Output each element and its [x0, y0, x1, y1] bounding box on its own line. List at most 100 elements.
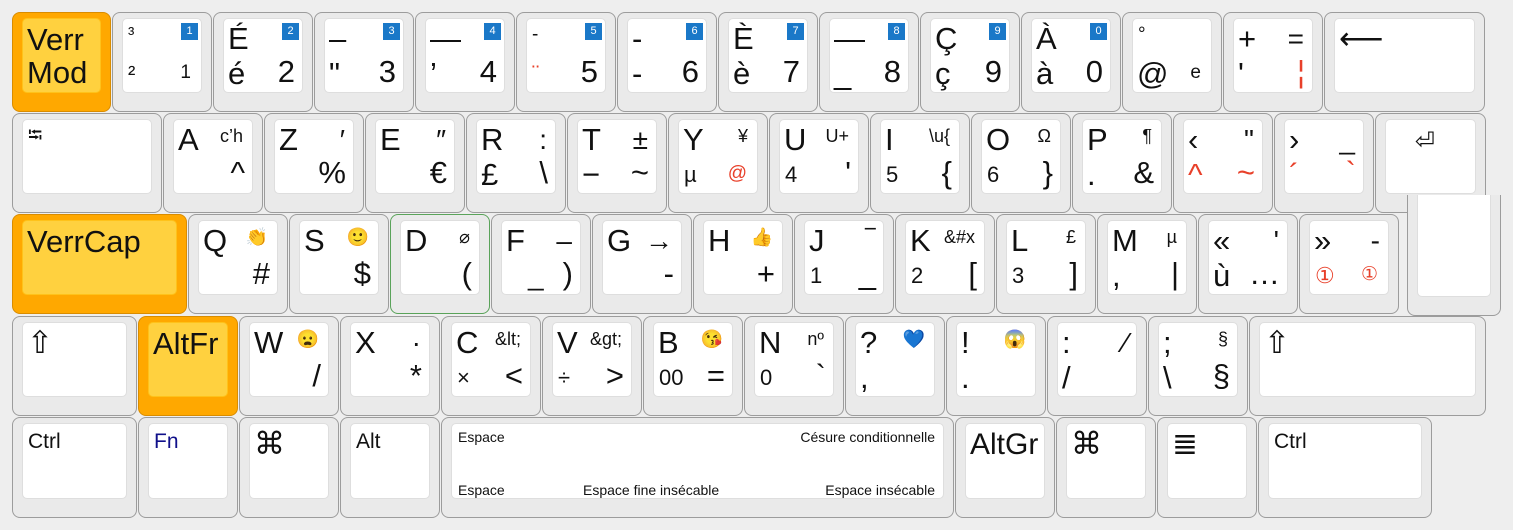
key-legend: AltFr: [153, 326, 219, 361]
key-cmd-left[interactable]: ⌘: [239, 417, 339, 518]
key-ctrl-right[interactable]: Ctrl: [1258, 417, 1432, 518]
key-legend: 7: [782, 54, 800, 89]
key-alt-gr[interactable]: AltGr: [955, 417, 1055, 518]
key-alt[interactable]: Alt: [340, 417, 440, 518]
key-digit-4[interactable]: —’ 4 4: [415, 12, 515, 112]
key-fn[interactable]: Fn: [138, 417, 238, 518]
key-legend: S: [304, 223, 325, 258]
key-legend: M: [1112, 223, 1138, 258]
key-menu[interactable]: ≣: [1157, 417, 1257, 518]
key-letter-p[interactable]: P ¶. &: [1072, 113, 1172, 213]
key-semicolon[interactable]: ; § \ §: [1148, 316, 1248, 416]
key-legend: T: [582, 122, 601, 157]
key-legend: \: [1163, 360, 1172, 395]
key-verr-mod[interactable]: Verr Mod: [12, 12, 111, 112]
key-legend: _: [528, 260, 544, 291]
key-digit-9[interactable]: Çç99: [920, 12, 1020, 112]
key-verr-cap[interactable]: VerrCap: [12, 214, 187, 314]
key-digit-5[interactable]: - ¨ 5 5: [516, 12, 616, 112]
key-letter-l[interactable]: L £3]: [996, 214, 1096, 314]
key-legend: ´: [1289, 157, 1300, 192]
key-letter-m[interactable]: Mµ, |: [1097, 214, 1197, 314]
key-digit-6[interactable]: -- 6 6: [617, 12, 717, 112]
key-legend: @: [1137, 56, 1169, 91]
key-legend: —: [430, 21, 461, 56]
key-letter-u[interactable]: U U+ 4 ': [769, 113, 869, 213]
key-legend: 6: [681, 54, 699, 89]
key-legend: 👏: [245, 227, 268, 247]
key-letter-o[interactable]: O Ω 6}: [971, 113, 1071, 213]
key-letter-e[interactable]: E ″ €: [365, 113, 465, 213]
key-legend: _: [834, 56, 852, 91]
key-letter-n[interactable]: Nnº 0 `: [744, 316, 844, 416]
key-question[interactable]: ? 💙,: [845, 316, 945, 416]
key-letter-r[interactable]: R: £ \: [466, 113, 566, 213]
key-letter-j[interactable]: J ‾ 1 _: [794, 214, 894, 314]
key-degree-at[interactable]: ° @ e: [1122, 12, 1222, 112]
key-digit-8[interactable]: — _ 8 8: [819, 12, 919, 112]
key-legend: Q: [203, 223, 228, 258]
key-legend: 2: [911, 263, 924, 288]
layer-badge: 4: [484, 23, 501, 40]
key-legend: ~: [1236, 155, 1255, 190]
key-letter-q[interactable]: Q 👏 #: [188, 214, 288, 314]
key-digit-0[interactable]: Àà00: [1021, 12, 1121, 112]
key-ctrl-left[interactable]: Ctrl: [12, 417, 137, 518]
key-legend: ^: [1188, 157, 1203, 192]
key-letter-y[interactable]: Y ¥ µ @: [668, 113, 768, 213]
key-letter-i[interactable]: I \u{5 {: [870, 113, 970, 213]
key-backspace[interactable]: ⟵: [1324, 12, 1485, 112]
key-legend: ¶: [1142, 126, 1152, 146]
key-digit-3[interactable]: – " 3 3: [314, 12, 414, 112]
key-legend: L: [1011, 223, 1029, 258]
key-letter-x[interactable]: X · *: [340, 316, 440, 416]
key-angle-right[interactable]: › _ ´ `: [1274, 113, 1374, 213]
key-letter-s[interactable]: S 🙂 $: [289, 214, 389, 314]
key-guillemet-right[interactable]: » - ① ①: [1299, 214, 1399, 314]
key-cmd-right[interactable]: ⌘: [1056, 417, 1156, 518]
key-alt-fr[interactable]: AltFr: [138, 316, 238, 416]
key-letter-f[interactable]: F – _): [491, 214, 591, 314]
key-colon[interactable]: : ⁄ /: [1047, 316, 1147, 416]
key-legend: ⌀: [459, 227, 470, 247]
key-letter-h[interactable]: H 👍 +: [693, 214, 793, 314]
key-shift-left[interactable]: ⇧: [12, 316, 137, 416]
key-legend: 5: [580, 54, 598, 89]
key-letter-w[interactable]: W 😦 /: [239, 316, 339, 416]
key-guillemet-left[interactable]: «' ù…: [1198, 214, 1298, 314]
key-letter-k[interactable]: K &#x 2 [: [895, 214, 995, 314]
key-legend: O: [986, 122, 1011, 157]
layer-badge: 2: [282, 23, 299, 40]
key-exclamation[interactable]: ! 😱.: [946, 316, 1046, 416]
key-letter-z[interactable]: Z ′%: [264, 113, 364, 213]
key-letter-t[interactable]: T ± − ~: [567, 113, 667, 213]
key-legend: 9: [984, 54, 1002, 89]
key-digit-2[interactable]: Éé22: [213, 12, 313, 112]
key-legend: ①: [1315, 263, 1335, 288]
key-legend: È: [733, 21, 754, 56]
key-letter-a[interactable]: Ac’h ^: [163, 113, 263, 213]
key-letter-d[interactable]: D ⌀ (: [390, 214, 490, 314]
key-letter-c[interactable]: C &lt; × <: [441, 316, 541, 416]
key-letter-v[interactable]: V &gt; ÷ >: [542, 316, 642, 416]
key-legend: +: [756, 256, 775, 291]
key-legend: J: [809, 223, 825, 258]
key-space[interactable]: Espace Césure conditionnelle Espace Espace …: [441, 417, 954, 518]
key-legend: 🙂: [346, 227, 369, 247]
key-tab[interactable]: ⭾: [12, 113, 162, 213]
key-legend: {: [941, 155, 952, 190]
key-enter-extension[interactable]: [1407, 195, 1501, 316]
key-plus-equal[interactable]: + = ' ¦: [1223, 12, 1323, 112]
keycap: [1417, 195, 1491, 297]
key-legend: 8: [883, 54, 901, 89]
key-legend: =: [1287, 23, 1304, 54]
key-digit-7[interactable]: Èè77: [718, 12, 818, 112]
key-letter-g[interactable]: G → -: [592, 214, 692, 314]
key-angle-left[interactable]: ‹ " ^ ~: [1173, 113, 1273, 213]
key-legend: Espace: [458, 482, 505, 498]
key-letter-b[interactable]: B 😘 00 =: [643, 316, 743, 416]
key-legend: ×: [457, 365, 470, 390]
key-legend: §: [1212, 358, 1230, 393]
key-shift-right[interactable]: ⇧: [1249, 316, 1486, 416]
key-digit-1[interactable]: ³ ² 1 1: [112, 12, 212, 112]
